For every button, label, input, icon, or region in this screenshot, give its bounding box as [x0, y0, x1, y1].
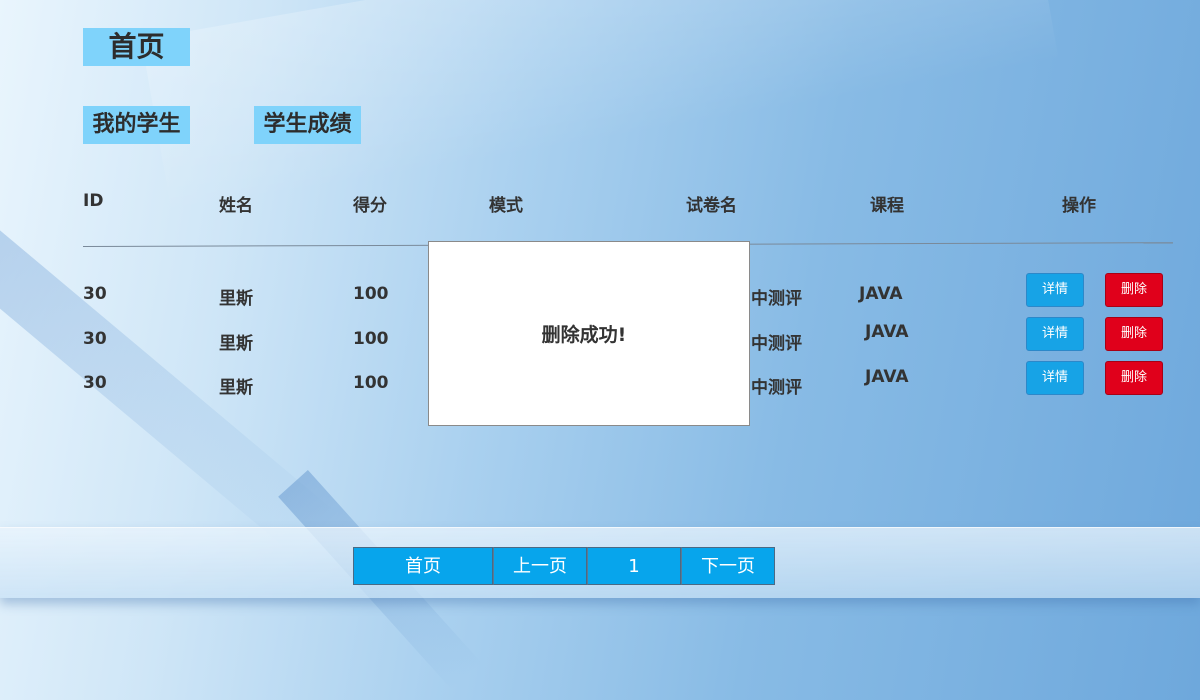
column-header-score: 得分: [353, 196, 387, 216]
cell-score: 100: [353, 373, 389, 393]
delete-button[interactable]: 删除: [1105, 317, 1163, 351]
next-page-button[interactable]: 下一页: [681, 547, 775, 585]
detail-button[interactable]: 详情: [1026, 317, 1084, 351]
column-header-mode: 模式: [489, 196, 523, 216]
delete-button[interactable]: 删除: [1105, 273, 1163, 307]
column-header-actions: 操作: [1062, 196, 1096, 216]
detail-button[interactable]: 详情: [1026, 273, 1084, 307]
detail-button[interactable]: 详情: [1026, 361, 1084, 395]
background-streak: [0, 180, 339, 561]
delete-success-dialog[interactable]: 删除成功!: [428, 241, 750, 426]
tab-my-students[interactable]: 我的学生: [83, 106, 190, 144]
cell-id: 30: [83, 329, 107, 349]
cell-score: 100: [353, 329, 389, 349]
cell-name: 里斯: [219, 334, 253, 354]
pagination: 首页 上一页 1 下一页: [353, 547, 775, 585]
delete-button[interactable]: 删除: [1105, 361, 1163, 395]
column-header-paper: 试卷名: [686, 196, 737, 216]
cell-paper: 中测评: [751, 334, 802, 354]
cell-course: JAVA: [865, 322, 909, 342]
cell-name: 里斯: [219, 378, 253, 398]
cell-paper: 中测评: [751, 289, 802, 309]
first-page-button[interactable]: 首页: [353, 547, 493, 585]
prev-page-button[interactable]: 上一页: [493, 547, 587, 585]
dialog-message: 删除成功!: [541, 324, 627, 346]
column-header-course: 课程: [870, 196, 904, 216]
cell-course: JAVA: [865, 367, 909, 387]
cell-id: 30: [83, 373, 107, 393]
column-header-id: ID: [83, 191, 104, 211]
page-title: 首页: [83, 28, 190, 66]
tab-student-scores[interactable]: 学生成绩: [254, 106, 361, 144]
cell-id: 30: [83, 284, 107, 304]
cell-paper: 中测评: [751, 378, 802, 398]
cell-score: 100: [353, 284, 389, 304]
column-header-name: 姓名: [219, 196, 253, 216]
cell-course: JAVA: [859, 284, 903, 304]
cell-name: 里斯: [219, 289, 253, 309]
current-page-button[interactable]: 1: [587, 547, 681, 585]
